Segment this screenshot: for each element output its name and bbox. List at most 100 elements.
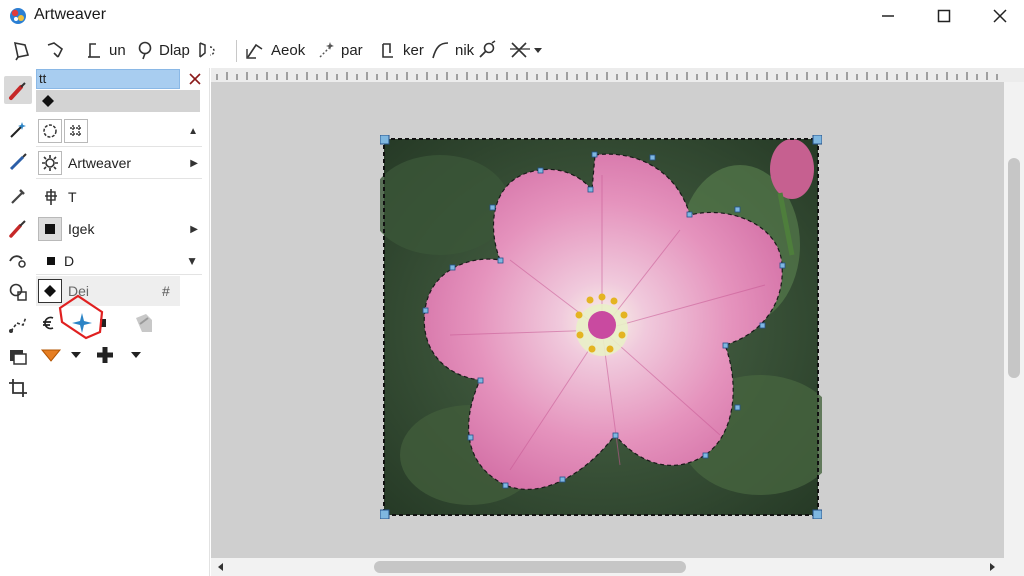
type-row[interactable]: T [36, 182, 202, 212]
expand-arrow[interactable]: ▲ [188, 126, 198, 137]
toolbar-label: Aeok [271, 41, 306, 59]
gear-icon [42, 155, 58, 171]
toolbar-item-aeok[interactable]: Aeok [244, 38, 305, 62]
grid-select-icon [70, 125, 82, 137]
plus-icon[interactable] [94, 344, 116, 366]
gear-box[interactable] [38, 151, 62, 175]
minimize-button[interactable] [870, 4, 906, 28]
close-icon [993, 9, 1007, 23]
horizontal-scrollbar[interactable] [211, 558, 1024, 576]
vertical-scroll-thumb[interactable] [1008, 158, 1020, 378]
canvas-area[interactable] [211, 68, 1024, 576]
horizontal-scroll-thumb[interactable] [374, 561, 686, 573]
lasso-icon [13, 41, 30, 61]
dropdown-arrow[interactable]: ▼ [186, 254, 198, 268]
divider [36, 178, 202, 179]
chevron-down-icon [131, 352, 141, 358]
toolbar-label: un [109, 41, 126, 59]
horizontal-ruler [211, 68, 1024, 82]
paint-tool[interactable] [4, 214, 32, 242]
maximize-button[interactable] [926, 4, 962, 28]
orange-bucket-icon[interactable] [40, 346, 62, 364]
toolbar-item-par[interactable]: par [316, 38, 363, 62]
grid-select-box[interactable] [64, 119, 88, 143]
red-brush-icon [9, 82, 26, 100]
square-icon [47, 257, 55, 265]
pen-icon [9, 153, 27, 171]
scroll-left-icon[interactable] [215, 558, 225, 576]
close-icon[interactable] [188, 72, 202, 86]
circle-select-box[interactable] [38, 119, 62, 143]
color-swatch-row[interactable] [36, 90, 200, 112]
dropdown-box[interactable] [124, 343, 148, 367]
crosshair-icon [45, 189, 57, 205]
path-icon [9, 316, 27, 333]
smudge-icon [9, 255, 26, 268]
name-field[interactable]: tt [36, 69, 180, 89]
lasso-icon [138, 41, 152, 60]
shapes-icon [9, 283, 27, 301]
brush-tool[interactable] [4, 76, 32, 104]
magic-wand-tool[interactable] [4, 116, 32, 144]
tools-column [0, 68, 36, 576]
maximize-icon [937, 9, 951, 23]
scroll-right-icon[interactable] [988, 558, 998, 576]
pen-tool[interactable] [4, 148, 32, 176]
lasso-tool-button[interactable] [10, 38, 32, 62]
toolbar-item-un[interactable]: un [84, 38, 126, 62]
expand-arrow[interactable]: ▶ [190, 158, 198, 169]
options-field-1[interactable]: tt [36, 68, 202, 90]
dropdown-box[interactable] [64, 343, 88, 367]
eyedropper-icon [479, 40, 496, 58]
magic-wand-icon [10, 122, 26, 138]
divider [36, 274, 202, 275]
stamp-icon[interactable] [132, 310, 158, 336]
d-row[interactable]: D ▼ [36, 246, 202, 276]
selection-mode-row[interactable]: ▲ [36, 116, 202, 146]
pipette-icon [11, 189, 25, 204]
undo-lasso-button[interactable] [44, 38, 66, 62]
pipette-tool[interactable] [4, 182, 32, 210]
path-tool[interactable] [4, 310, 32, 338]
layer-tool[interactable] [4, 342, 32, 370]
layers-icon [10, 350, 27, 365]
close-button[interactable] [982, 4, 1018, 28]
type-label: T [68, 189, 77, 205]
smudge-tool[interactable] [4, 246, 32, 274]
toolbar-item-ker[interactable]: ker [378, 38, 424, 62]
artweaver-label: Artweaver [68, 155, 132, 171]
igek-label: Igek [68, 221, 95, 237]
artweaver-row[interactable]: Artweaver ▶ [36, 148, 202, 178]
toolbar-item-nik[interactable]: nik [430, 38, 474, 62]
bucket-icon [382, 43, 393, 58]
toolbar-label: Dlap [159, 41, 190, 59]
undo-lasso-icon [47, 42, 64, 58]
eyedropper-button[interactable] [476, 38, 498, 62]
toolbar-label: par [341, 41, 363, 59]
quick-mask-button[interactable] [196, 38, 222, 62]
igek-row[interactable]: Igek ▶ [36, 214, 202, 244]
chevron-down-icon[interactable] [532, 39, 544, 61]
sparkle-icon [319, 42, 334, 58]
app-logo-icon [10, 8, 26, 24]
document-canvas[interactable] [380, 135, 822, 519]
workspace[interactable] [211, 82, 1004, 558]
minimize-icon [882, 15, 894, 17]
transform-button[interactable] [508, 38, 544, 62]
toolbar-label: ker [403, 41, 424, 59]
chevron-down-icon [71, 352, 81, 358]
toolbar-item-dlap[interactable]: Dlap [134, 38, 190, 62]
square-box[interactable] [38, 217, 62, 241]
expand-arrow[interactable]: ▶ [190, 224, 198, 235]
hash-icon: # [162, 283, 170, 299]
toolbar-label: nik [455, 41, 475, 59]
square-icon [45, 224, 55, 234]
toolbar-separator [236, 40, 237, 62]
fill-options-row[interactable] [36, 340, 202, 370]
vertical-scrollbar[interactable] [1004, 82, 1024, 558]
flower-bud [770, 139, 814, 199]
curve-icon [432, 42, 449, 59]
shape-tool[interactable] [4, 278, 32, 306]
diamond-icon [42, 95, 54, 107]
crop-tool[interactable] [4, 374, 32, 402]
